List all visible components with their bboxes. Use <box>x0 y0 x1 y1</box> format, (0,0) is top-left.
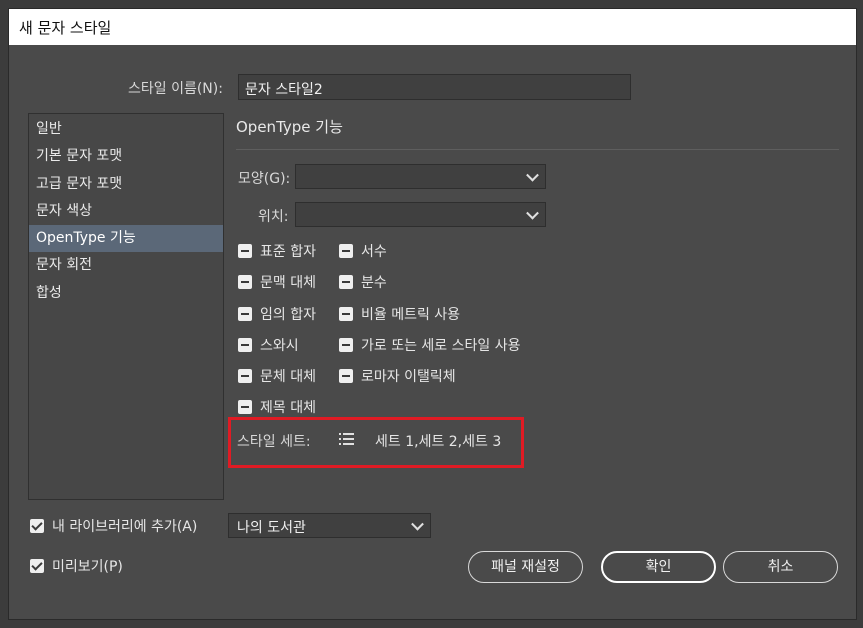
sidebar-item-opentype[interactable]: OpenType 기능 <box>29 225 223 252</box>
position-select[interactable] <box>295 202 546 227</box>
preview-checkbox[interactable]: 미리보기(P) <box>30 556 123 576</box>
library-select[interactable]: 나의 도서관 <box>228 513 431 538</box>
reset-panel-button[interactable]: 패널 재설정 <box>468 551 583 583</box>
contextual-alternates-checkbox[interactable]: 문맥 대체 <box>238 272 316 292</box>
cancel-button[interactable]: 취소 <box>723 551 838 583</box>
checkbox-label: 내 라이브러리에 추가(A) <box>52 519 198 535</box>
standard-ligatures-checkbox[interactable]: 표준 합자 <box>238 241 316 261</box>
checkbox-label: 제목 대체 <box>260 400 316 416</box>
sidebar-item-color[interactable]: 문자 색상 <box>29 198 223 225</box>
checkbox-mixed-icon <box>238 307 252 321</box>
discretionary-ligatures-checkbox[interactable]: 임의 합자 <box>238 304 316 324</box>
checkbox-mixed-icon <box>238 244 252 258</box>
position-label: 위치: <box>258 209 289 225</box>
checkbox-mixed-icon <box>339 307 353 321</box>
checkbox-checked-icon <box>30 559 44 573</box>
stylistic-alternates-checkbox[interactable]: 문체 대체 <box>238 366 316 386</box>
dialog-title: 새 문자 스타일 <box>19 19 112 37</box>
checkbox-label: 표준 합자 <box>260 244 316 260</box>
ordinals-checkbox[interactable]: 서수 <box>339 241 387 261</box>
style-name-value: 문자 스타일2 <box>245 82 323 98</box>
sidebar-item-label: 문자 색상 <box>36 203 92 219</box>
checkbox-label: 임의 합자 <box>260 307 316 323</box>
checkbox-label: 문맥 대체 <box>260 275 316 291</box>
checkbox-label: 비율 메트릭 사용 <box>361 307 461 323</box>
checkbox-mixed-icon <box>339 338 353 352</box>
highlight-box <box>228 417 524 468</box>
sidebar-item-basic-format[interactable]: 기본 문자 포맷 <box>29 143 223 170</box>
checkbox-mixed-icon <box>238 369 252 383</box>
sidebar-item-rotation[interactable]: 문자 회전 <box>29 252 223 279</box>
fractions-checkbox[interactable]: 분수 <box>339 272 387 292</box>
category-list: 일반 기본 문자 포맷 고급 문자 포맷 문자 색상 OpenType 기능 문… <box>28 113 224 500</box>
chevron-down-icon <box>411 517 424 531</box>
checkbox-label: 스와시 <box>260 338 299 354</box>
titling-alternates-checkbox[interactable]: 제목 대체 <box>238 397 316 417</box>
sidebar-item-composite[interactable]: 합성 <box>29 280 223 307</box>
shape-select[interactable] <box>295 164 546 189</box>
checkbox-mixed-icon <box>339 275 353 289</box>
checkbox-label: 서수 <box>361 244 387 260</box>
checkbox-mixed-icon <box>339 244 353 258</box>
swash-checkbox[interactable]: 스와시 <box>238 335 299 355</box>
sidebar-item-label: 일반 <box>36 121 62 137</box>
checkbox-mixed-icon <box>339 369 353 383</box>
horizontal-vertical-style-checkbox[interactable]: 가로 또는 세로 스타일 사용 <box>339 335 520 355</box>
sidebar-item-label: 기본 문자 포맷 <box>36 148 123 164</box>
checkbox-label: 가로 또는 세로 스타일 사용 <box>361 338 521 354</box>
proportional-metrics-checkbox[interactable]: 비율 메트릭 사용 <box>339 304 460 324</box>
checkbox-label: 분수 <box>361 275 387 291</box>
checkbox-mixed-icon <box>238 338 252 352</box>
sidebar-item-general[interactable]: 일반 <box>29 116 223 143</box>
checkbox-label: 문체 대체 <box>260 369 316 385</box>
sidebar-item-label: 고급 문자 포맷 <box>36 176 123 192</box>
chevron-down-icon <box>526 206 539 220</box>
panel-divider <box>236 149 839 150</box>
style-name-input[interactable]: 문자 스타일2 <box>238 74 631 100</box>
library-value: 나의 도서관 <box>237 520 306 536</box>
checkbox-label: 로마자 이탤릭체 <box>361 369 456 385</box>
title-bar: 새 문자 스타일 <box>9 9 856 45</box>
sidebar-item-label: 문자 회전 <box>36 257 92 273</box>
style-name-label: 스타일 이름(N): <box>128 81 223 97</box>
shape-label: 모양(G): <box>238 171 291 187</box>
checkbox-checked-icon <box>30 519 44 533</box>
sidebar-item-advanced-format[interactable]: 고급 문자 포맷 <box>29 171 223 198</box>
panel-title: OpenType 기능 <box>236 118 343 136</box>
checkbox-label: 미리보기(P) <box>52 559 123 575</box>
sidebar-item-label: 합성 <box>36 285 62 301</box>
chevron-down-icon <box>526 168 539 182</box>
roman-italics-checkbox[interactable]: 로마자 이탤릭체 <box>339 366 456 386</box>
ok-button[interactable]: 확인 <box>601 551 716 583</box>
add-to-library-checkbox[interactable]: 내 라이브러리에 추가(A) <box>30 516 197 536</box>
checkbox-mixed-icon <box>238 275 252 289</box>
checkbox-mixed-icon <box>238 400 252 414</box>
sidebar-item-label: OpenType 기능 <box>36 230 136 246</box>
